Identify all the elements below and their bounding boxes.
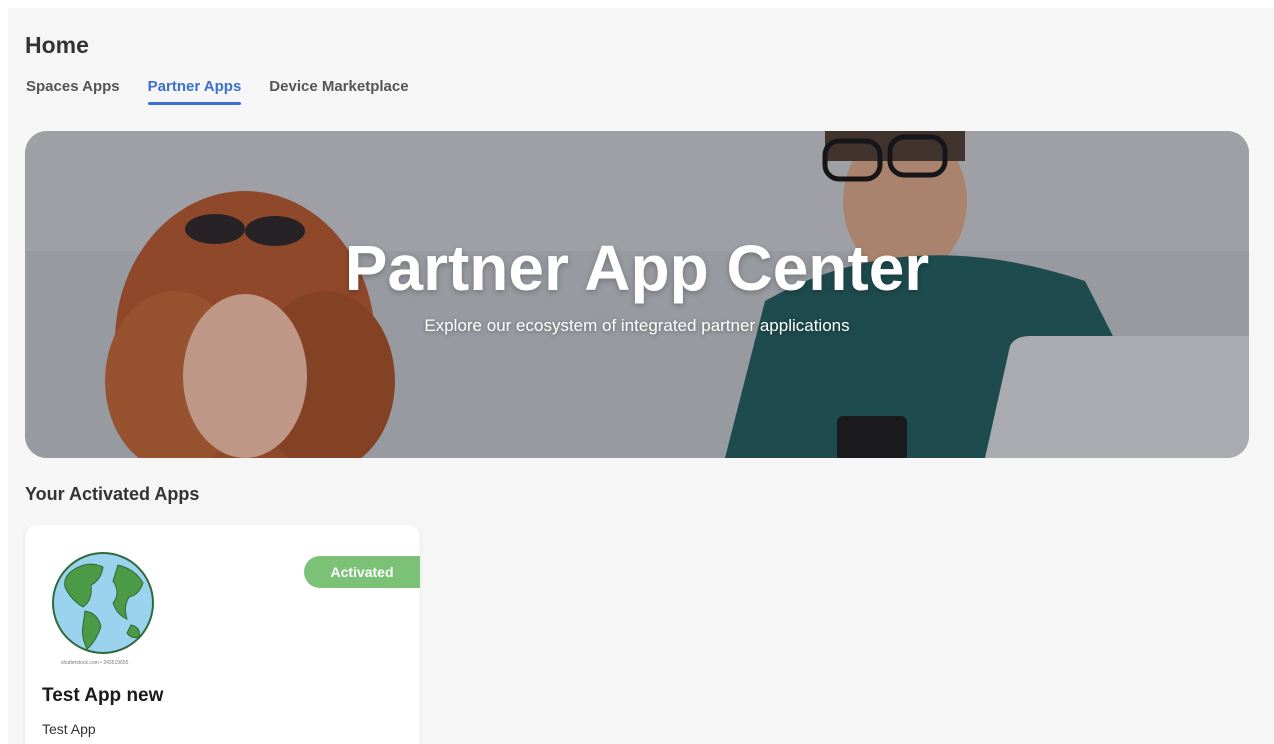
hero-subtitle: Explore our ecosystem of integrated part… <box>424 316 850 335</box>
logo-credit: shutterstock.com • 243519655 <box>61 660 129 666</box>
app-card[interactable]: shutterstock.com • 243519655 Activated T… <box>25 525 420 744</box>
page-title: Home <box>25 32 89 58</box>
page: Home Spaces Apps Partner Apps Device Mar… <box>8 8 1274 744</box>
app-name: Test App new <box>42 685 164 706</box>
tab-spaces-apps[interactable]: Spaces Apps <box>26 78 120 105</box>
tab-partner-apps[interactable]: Partner Apps <box>147 78 241 105</box>
hero-title: Partner App Center <box>344 232 930 304</box>
activated-apps-title: Your Activated Apps <box>25 484 200 504</box>
app-description: Test App <box>42 721 96 737</box>
tab-device-marketplace[interactable]: Device Marketplace <box>269 78 408 105</box>
globe-icon <box>52 552 154 654</box>
tab-bar: Spaces Apps Partner Apps Device Marketpl… <box>26 78 409 105</box>
status-badge: Activated <box>304 556 420 588</box>
hero-banner: Partner App Center Explore our ecosystem… <box>25 131 1249 458</box>
